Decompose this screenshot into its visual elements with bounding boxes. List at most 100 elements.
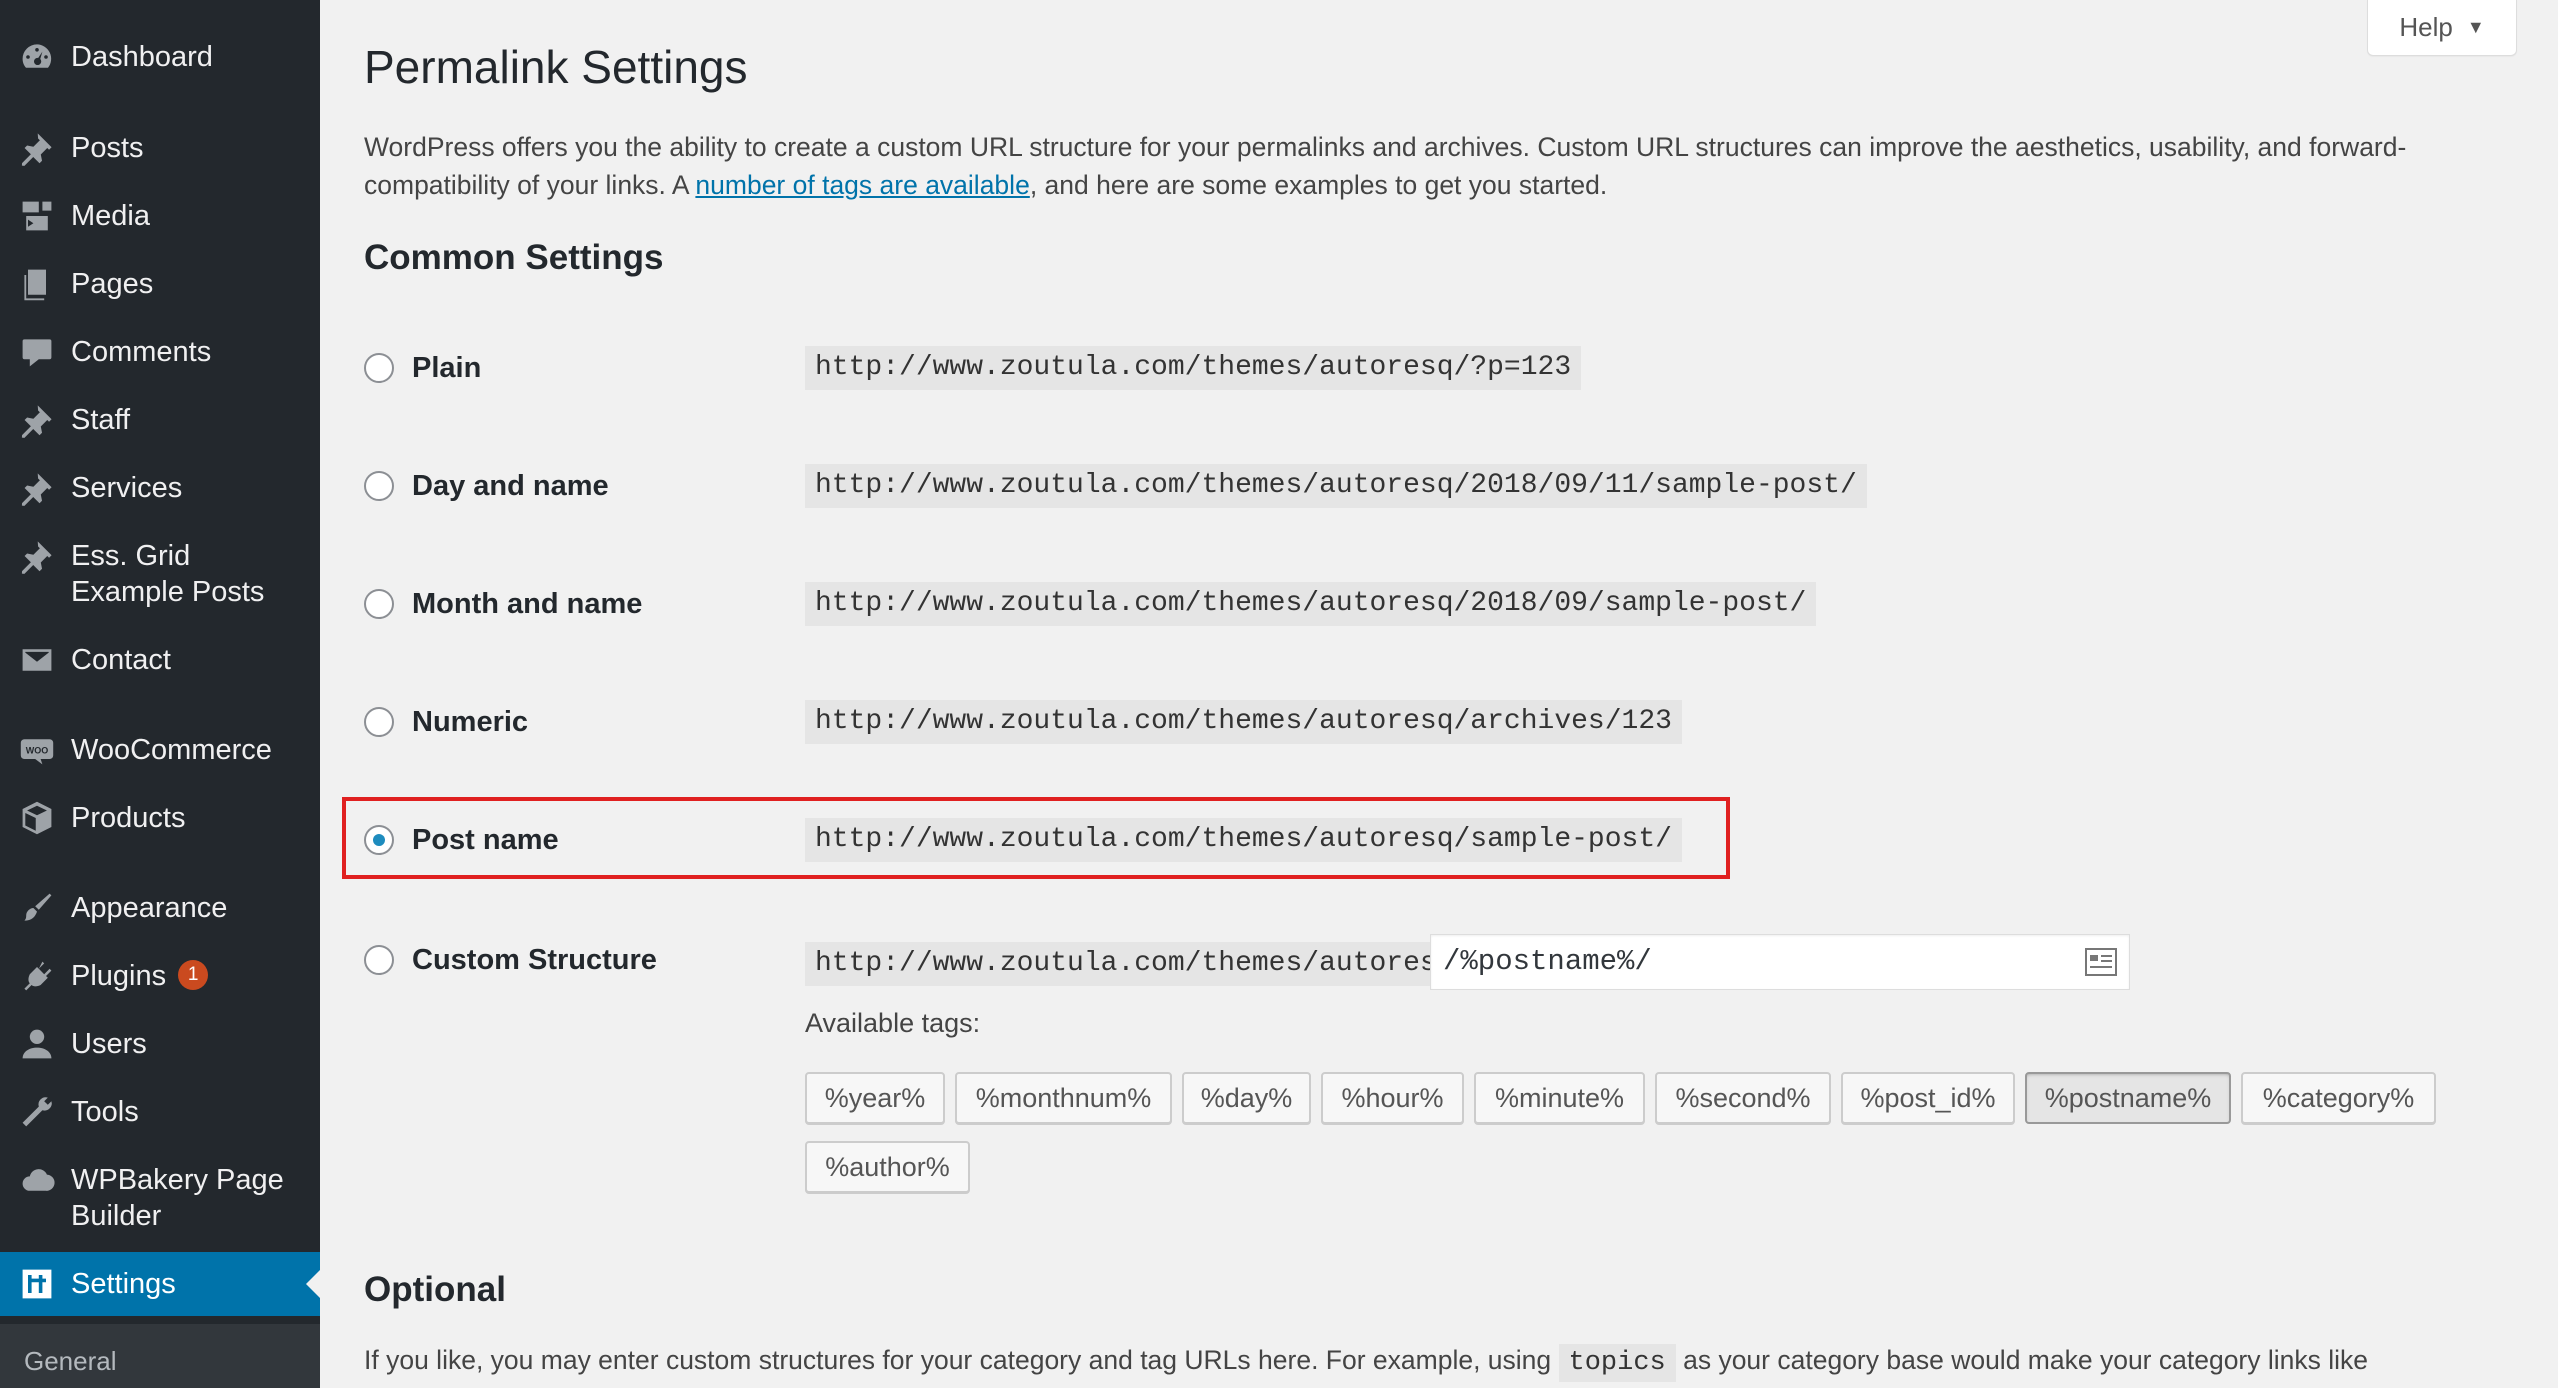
option-label[interactable]: Day and name <box>412 470 609 503</box>
sidebar-item-label: Dashboard <box>71 41 213 73</box>
pages-icon <box>17 266 57 302</box>
radio-plain[interactable] <box>364 353 394 383</box>
tag-minute-button[interactable]: %minute% <box>1474 1072 1645 1124</box>
sidebar-item-label: Products <box>71 802 186 834</box>
settings-icon <box>17 1266 57 1302</box>
admin-sidebar: Dashboard Posts Media Pages Comments Sta… <box>0 0 320 1388</box>
sidebar-item-ess-grid[interactable]: Ess. Grid Example Posts <box>0 538 320 610</box>
pin-icon <box>17 402 57 438</box>
woo-icon: WOO <box>17 732 57 768</box>
sidebar-item-label: Contact <box>71 644 171 676</box>
radio-custom-structure[interactable] <box>364 945 394 975</box>
plug-icon <box>17 958 57 994</box>
tag-year-button[interactable]: %year% <box>805 1072 945 1124</box>
custom-structure-value: /%postname%/ <box>1443 945 1652 978</box>
sidebar-item-label: Comments <box>71 336 212 368</box>
sidebar-item-label: Media <box>71 200 150 232</box>
optional-heading: Optional <box>364 1270 506 1309</box>
tag-second-button[interactable]: %second% <box>1655 1072 1831 1124</box>
sidebar-item-label: Pages <box>71 268 154 300</box>
example-url: http://www.zoutula.com/themes/autoresq/2… <box>805 582 1817 626</box>
sidebar-item-products[interactable]: Products <box>0 800 320 836</box>
sidebar-item-media[interactable]: Media <box>0 198 320 234</box>
option-label[interactable]: Month and name <box>412 588 642 621</box>
caret-down-icon: ▼ <box>2466 17 2485 37</box>
available-tags-label: Available tags: <box>805 1008 981 1038</box>
wrench-icon <box>17 1094 57 1130</box>
pin-icon <box>17 130 57 166</box>
radio-numeric[interactable] <box>364 707 394 737</box>
sidebar-item-wpbakery[interactable]: WPBakery Page Builder <box>0 1162 320 1234</box>
sidebar-item-users[interactable]: Users <box>0 1026 320 1062</box>
pin-icon <box>17 538 57 574</box>
sidebar-item-label: Appearance <box>71 892 228 924</box>
category-base-example: topics <box>1558 1344 1676 1382</box>
current-page-arrow <box>306 1270 320 1298</box>
custom-structure-prefix: http://www.zoutula.com/themes/autoresq <box>805 942 1464 986</box>
intro-text-end: , and here are some examples to get you … <box>1029 170 1608 200</box>
tag-hour-button[interactable]: %hour% <box>1321 1072 1464 1124</box>
sidebar-item-plugins[interactable]: Plugins 1 <box>0 958 320 994</box>
sidebar-item-label: Posts <box>71 132 144 164</box>
sidebar-item-settings[interactable]: Settings <box>0 1252 320 1316</box>
sidebar-item-appearance[interactable]: Appearance <box>0 890 320 926</box>
input-card-icon <box>2085 948 2117 976</box>
option-label[interactable]: Custom Structure <box>412 944 657 977</box>
option-plain: Plain http://www.zoutula.com/themes/auto… <box>364 338 1582 398</box>
sidebar-item-tools[interactable]: Tools <box>0 1094 320 1130</box>
tag-post-id-button[interactable]: %post_id% <box>1841 1072 2015 1124</box>
sidebar-item-label: Plugins 1 <box>71 958 311 994</box>
sidebar-item-comments[interactable]: Comments <box>0 334 320 370</box>
media-icon <box>17 198 57 234</box>
example-url: http://www.zoutula.com/themes/autoresq/2… <box>805 464 1867 508</box>
option-month-and-name: Month and name http://www.zoutula.com/th… <box>364 574 1817 634</box>
sidebar-item-woocommerce[interactable]: WOO WooCommerce <box>0 732 320 768</box>
sidebar-item-services[interactable]: Services <box>0 470 320 506</box>
option-label[interactable]: Numeric <box>412 706 528 739</box>
sidebar-item-staff[interactable]: Staff <box>0 402 320 438</box>
sidebar-item-pages[interactable]: Pages <box>0 266 320 302</box>
cloud-icon <box>17 1162 57 1198</box>
tag-category-button[interactable]: %category% <box>2241 1072 2436 1124</box>
example-url: http://www.zoutula.com/themes/autoresq/?… <box>805 346 1582 390</box>
tag-postname-button[interactable]: %postname% <box>2025 1072 2231 1124</box>
post-name-highlight-box <box>342 797 1730 879</box>
dashboard-icon <box>17 39 57 75</box>
tag-day-button[interactable]: %day% <box>1182 1072 1311 1124</box>
sidebar-item-contact[interactable]: Contact <box>0 642 320 678</box>
option-custom-structure: Custom Structure http://www.zoutula.com/… <box>364 930 1464 990</box>
comment-icon <box>17 334 57 370</box>
sidebar-item-label: Ess. Grid Example Posts <box>71 540 265 608</box>
help-label: Help <box>2399 12 2453 42</box>
common-settings-heading: Common Settings <box>364 238 664 277</box>
example-url: http://www.zoutula.com/themes/autoresq/a… <box>805 700 1682 744</box>
page-title: Permalink Settings <box>364 41 748 93</box>
user-icon <box>17 1026 57 1062</box>
plugins-label: Plugins <box>71 960 167 992</box>
intro-text: WordPress offers you the ability to crea… <box>364 128 2494 204</box>
settings-submenu: General <box>0 1324 320 1388</box>
option-day-and-name: Day and name http://www.zoutula.com/them… <box>364 456 1867 516</box>
tags-doc-link[interactable]: number of tags are available <box>695 170 1029 200</box>
pin-icon <box>17 470 57 506</box>
brush-icon <box>17 890 57 926</box>
help-button[interactable]: Help ▼ <box>2367 0 2517 56</box>
tag-author-button[interactable]: %author% <box>805 1141 970 1193</box>
update-count-badge: 1 <box>178 960 209 991</box>
tag-monthnum-button[interactable]: %monthnum% <box>955 1072 1172 1124</box>
option-numeric: Numeric http://www.zoutula.com/themes/au… <box>364 692 1682 752</box>
sidebar-item-label: Staff <box>71 404 131 436</box>
option-label[interactable]: Plain <box>412 352 481 385</box>
optional-text-end: as your category base would make your ca… <box>1675 1345 2369 1375</box>
sidebar-item-posts[interactable]: Posts <box>0 130 320 166</box>
radio-day-and-name[interactable] <box>364 471 394 501</box>
submenu-item-general[interactable]: General <box>24 1346 117 1377</box>
mail-icon <box>17 642 57 678</box>
radio-month-and-name[interactable] <box>364 589 394 619</box>
optional-description: If you like, you may enter custom struct… <box>364 1340 2514 1383</box>
sidebar-item-label: Settings <box>71 1268 176 1300</box>
sidebar-item-dashboard[interactable]: Dashboard <box>0 39 320 75</box>
custom-structure-input[interactable]: /%postname%/ <box>1430 934 2130 990</box>
svg-text:WOO: WOO <box>26 746 49 756</box>
sidebar-item-label: Tools <box>71 1096 139 1128</box>
